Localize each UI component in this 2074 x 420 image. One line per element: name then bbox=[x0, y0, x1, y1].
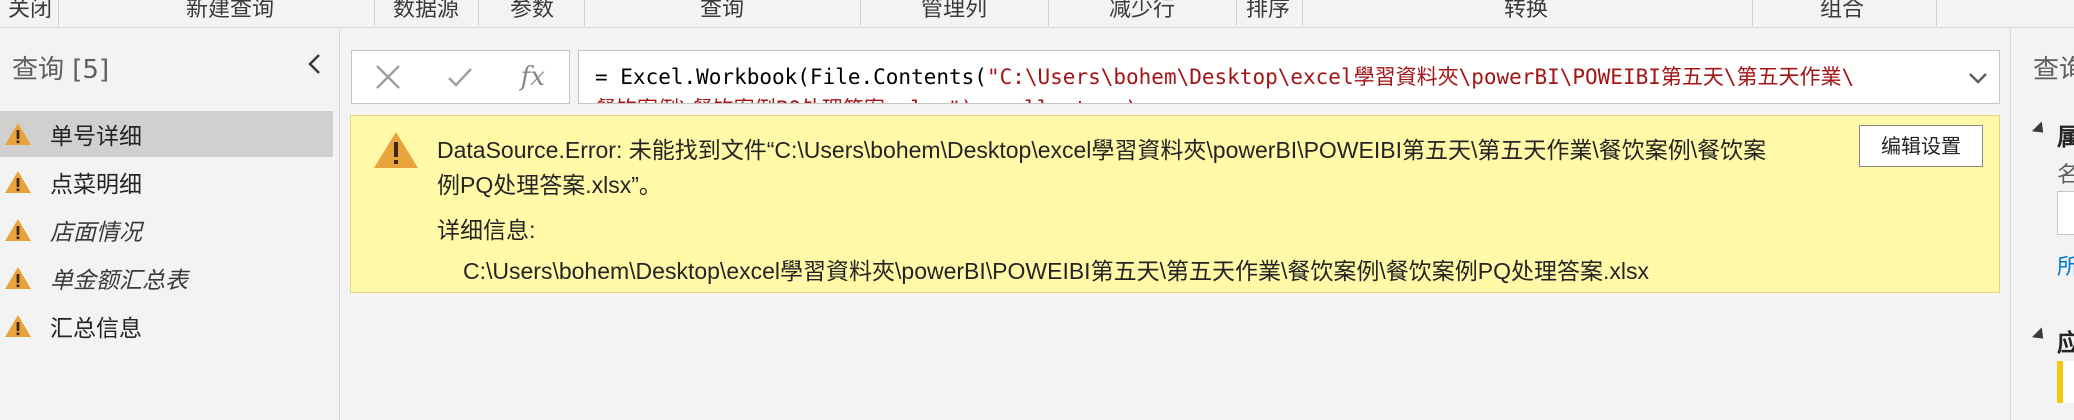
caret-down-icon[interactable] bbox=[2031, 121, 2049, 138]
error-details-path: C:\Users\bohem\Desktop\excel學習資料夾\powerB… bbox=[463, 258, 1649, 284]
ribbon-group-data-source: 数据源 bbox=[392, 0, 459, 22]
fx-icon: fx bbox=[520, 62, 545, 92]
commit-formula-button[interactable] bbox=[438, 55, 482, 99]
warning-icon bbox=[5, 123, 31, 145]
query-item-4[interactable]: 汇总信息 bbox=[0, 303, 333, 349]
collapse-pane-button[interactable] bbox=[302, 51, 328, 77]
cancel-formula-button[interactable] bbox=[366, 55, 410, 99]
properties-heading: 属 bbox=[2057, 117, 2074, 152]
insert-function-button[interactable]: fx bbox=[511, 55, 555, 99]
formula-prefix: = Excel.Workbook(File.Contents( bbox=[595, 65, 987, 89]
query-item-1[interactable]: 点菜明细 bbox=[0, 159, 333, 205]
query-settings-pane: 查询 属 名 所 应 bbox=[2010, 29, 2074, 420]
queries-pane-title: 查询 [5] bbox=[12, 55, 110, 85]
query-item-label: 汇总信息 bbox=[50, 316, 142, 342]
main-area: fx = Excel.Workbook(File.Contents("C:\Us… bbox=[341, 29, 2009, 420]
query-item-label: 店面情况 bbox=[50, 220, 142, 246]
error-message-continued: 例PQ处理答案.xlsx”。 bbox=[437, 172, 662, 198]
checkmark-icon bbox=[448, 68, 473, 87]
ribbon-group-parameters: 参数 bbox=[509, 0, 554, 22]
query-item-label: 点菜明细 bbox=[50, 172, 142, 198]
formula-input[interactable]: = Excel.Workbook(File.Contents("C:\Users… bbox=[578, 50, 2000, 104]
warning-icon bbox=[5, 267, 31, 289]
warning-icon bbox=[5, 315, 31, 337]
applied-steps-heading: 应 bbox=[2057, 323, 2074, 358]
ribbon-group-reduce-rows: 减少行 bbox=[1108, 0, 1175, 22]
ribbon-group-sort: 排序 bbox=[1245, 0, 1290, 22]
ribbon-separator bbox=[58, 0, 59, 26]
error-details-label: 详细信息: bbox=[437, 217, 536, 243]
warning-icon bbox=[5, 219, 31, 241]
ribbon-group-query: 查询 bbox=[699, 0, 744, 22]
name-label: 名 bbox=[2057, 157, 2074, 189]
query-item-0[interactable]: 单号详细 bbox=[0, 111, 333, 157]
ribbon-group-manage-columns: 管理列 bbox=[920, 0, 987, 22]
queries-pane: 查询 [5] 单号详细 点菜明细 店面情况 单金额汇总表 汇总信息 bbox=[0, 29, 340, 420]
settings-pane-title: 查询 bbox=[2033, 55, 2074, 85]
chevron-left-icon bbox=[308, 54, 320, 74]
expand-formula-button[interactable] bbox=[1963, 63, 1993, 93]
caret-down-icon[interactable] bbox=[2031, 327, 2049, 344]
ribbon-group-labels: 关闭 新建查询 数据源 参数 查询 管理列 减少行 排序 转换 组合 bbox=[0, 0, 2074, 28]
warning-icon bbox=[5, 171, 31, 193]
ribbon-group-transform: 转换 bbox=[1503, 0, 1548, 22]
query-item-label: 单金额汇总表 bbox=[50, 268, 188, 294]
error-panel: DataSource.Error: 未能找到文件“C:\Users\bohem\… bbox=[350, 115, 2000, 293]
query-item-2[interactable]: 店面情况 bbox=[0, 207, 333, 253]
all-properties-link[interactable]: 所 bbox=[2057, 249, 2074, 281]
warning-icon bbox=[374, 132, 418, 168]
chevron-down-icon bbox=[1969, 73, 1987, 84]
formula-text: = Excel.Workbook(File.Contents("C:\Users… bbox=[595, 61, 1854, 91]
formula-text-line-2: 餐饮案例\餐饮案例PQ处理答案.xlsx"), null, true) bbox=[595, 93, 1138, 103]
ribbon-group-new-query: 新建查询 bbox=[185, 0, 274, 22]
close-icon bbox=[376, 65, 401, 89]
edit-settings-button[interactable]: 编辑设置 bbox=[1859, 125, 1983, 167]
error-message: DataSource.Error: 未能找到文件“C:\Users\bohem\… bbox=[437, 137, 1767, 163]
query-name-field[interactable] bbox=[2057, 191, 2074, 235]
formula-bar-buttons: fx bbox=[351, 50, 570, 104]
ribbon-group-combine: 组合 bbox=[1819, 0, 1864, 22]
formula-string: "C:\Users\bohem\Desktop\excel學習資料夾\power… bbox=[986, 65, 1855, 89]
query-item-label: 单号详细 bbox=[50, 124, 142, 150]
query-item-3[interactable]: 单金额汇总表 bbox=[0, 255, 333, 301]
applied-step-item[interactable] bbox=[2057, 361, 2074, 403]
ribbon-separator bbox=[1936, 0, 1937, 26]
ribbon-group-close: 关闭 bbox=[7, 0, 52, 22]
